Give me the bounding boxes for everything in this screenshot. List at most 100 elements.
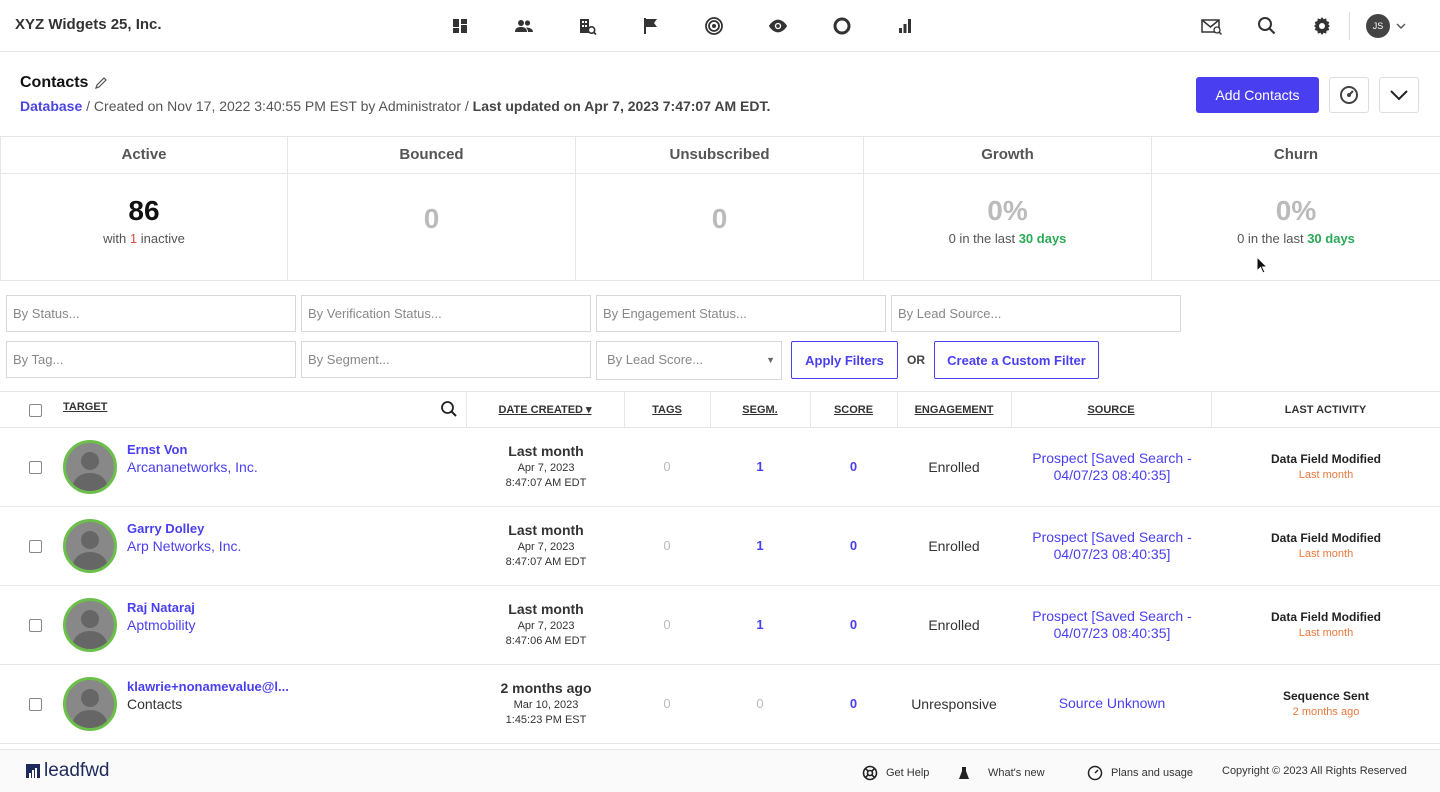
company-name: XYZ Widgets 25, Inc.	[15, 16, 162, 33]
column-segments[interactable]: SEGM.	[710, 392, 810, 428]
lead-score-placeholder: By Lead Score...	[607, 352, 704, 367]
avatar[interactable]	[63, 519, 117, 573]
lead-source-filter[interactable]: By Lead Source...	[891, 295, 1181, 332]
time-value: 8:47:07 AM EDT	[505, 477, 587, 489]
column-score[interactable]: SCORE	[810, 392, 897, 428]
row-checkbox[interactable]	[29, 698, 42, 711]
lead-score-select[interactable]: By Lead Score... ▼	[596, 341, 782, 380]
contact-name[interactable]: Ernst Von	[127, 442, 187, 457]
engagement-status: Unresponsive	[911, 696, 997, 712]
stat-growth[interactable]: Growth 0% 0 in the last 30 days	[864, 137, 1152, 280]
reports-icon[interactable]	[891, 12, 919, 40]
footer: leadfwd Get Help What's new Plans and us…	[0, 749, 1440, 792]
row-checkbox[interactable]	[29, 619, 42, 632]
search-icon[interactable]	[440, 400, 458, 418]
activity-type: Data Field Modified	[1270, 452, 1381, 466]
last-activity-cell: Data Field Modified Last month	[1212, 428, 1440, 481]
create-custom-filter-button[interactable]: Create a Custom Filter	[934, 341, 1099, 379]
companies-icon[interactable]	[573, 12, 601, 40]
engagement-status-filter[interactable]: By Engagement Status...	[596, 295, 886, 332]
verification-status-filter[interactable]: By Verification Status...	[301, 295, 591, 332]
source-link[interactable]: Prospect [Saved Search -04/07/23 08:40:3…	[1012, 450, 1212, 484]
stat-label: Churn	[1152, 137, 1440, 174]
activity-when: Last month	[1298, 548, 1354, 560]
contact-name[interactable]: Garry Dolley	[127, 521, 204, 536]
stat-unsubscribed[interactable]: Unsubscribed 0	[576, 137, 864, 280]
visitors-eye-icon[interactable]	[764, 12, 792, 40]
plans-and-usage-link[interactable]: Plans and usage	[1087, 765, 1193, 781]
contact-name[interactable]: Raj Nataraj	[127, 600, 195, 615]
sync-button[interactable]	[1329, 77, 1369, 113]
gauge-icon	[1087, 765, 1103, 781]
time-value: 8:47:07 AM EDT	[505, 556, 587, 568]
search-icon[interactable]	[1253, 12, 1281, 40]
stat-subtext: 0 in the last 30 days	[1237, 231, 1355, 246]
more-options-button[interactable]	[1379, 77, 1419, 113]
date-created-cell: Last month Apr 7, 2023 8:47:06 AM EDT	[466, 586, 626, 647]
score-value[interactable]: 0	[810, 428, 897, 506]
column-source[interactable]: SOURCE	[1011, 392, 1211, 428]
stat-value: 0	[423, 203, 440, 234]
engagement-status: Enrolled	[928, 459, 980, 475]
last-activity-cell: Data Field Modified Last month	[1212, 586, 1440, 639]
user-avatar[interactable]: JS	[1366, 14, 1390, 38]
row-checkbox[interactable]	[29, 461, 42, 474]
score-value[interactable]: 0	[810, 665, 897, 743]
stat-value: 0%	[1275, 195, 1317, 226]
whats-new-link[interactable]: What's new	[956, 765, 1045, 781]
stats-panel: Active 86 with 1 inactive Bounced 0 Unsu…	[0, 136, 1440, 281]
target-icon[interactable]	[700, 12, 728, 40]
gear-icon[interactable]	[1308, 12, 1336, 40]
contact-company[interactable]: Arcananetworks, Inc.	[127, 459, 258, 475]
contact-company[interactable]: Arp Networks, Inc.	[127, 538, 241, 554]
segments-count[interactable]: 1	[710, 507, 810, 585]
column-engagement[interactable]: ENGAGEMENT	[897, 392, 1011, 428]
stat-churn[interactable]: Churn 0% 0 in the last 30 days	[1152, 137, 1440, 280]
logo-text: leadfwd	[44, 760, 110, 781]
add-contacts-button[interactable]: Add Contacts	[1196, 77, 1319, 113]
logo-mark-icon	[26, 764, 40, 778]
leadfwd-logo[interactable]: leadfwd	[26, 760, 110, 782]
dashboard-icon[interactable]	[446, 12, 474, 40]
source-link[interactable]: Prospect [Saved Search -04/07/23 08:40:3…	[1012, 529, 1212, 563]
campaigns-flag-icon[interactable]	[637, 12, 665, 40]
segments-count[interactable]: 1	[710, 586, 810, 664]
select-all-checkbox[interactable]	[29, 404, 42, 417]
avatar[interactable]	[63, 440, 117, 494]
flask-icon	[959, 767, 969, 779]
column-target[interactable]: TARGET	[63, 389, 107, 425]
avatar[interactable]	[63, 598, 117, 652]
table-row[interactable]: Raj Nataraj Aptmobility Last month Apr 7…	[0, 586, 1440, 665]
database-link[interactable]: Database	[20, 98, 82, 114]
get-help-link[interactable]: Get Help	[862, 765, 929, 781]
contacts-icon[interactable]	[510, 12, 538, 40]
score-value[interactable]: 0	[810, 586, 897, 664]
tag-filter[interactable]: By Tag...	[6, 341, 296, 378]
stat-label: Growth	[864, 137, 1151, 174]
stat-bounced[interactable]: Bounced 0	[288, 137, 576, 280]
apply-filters-button[interactable]: Apply Filters	[791, 341, 898, 379]
circle-icon[interactable]	[828, 12, 856, 40]
column-last-activity: LAST ACTIVITY	[1284, 404, 1367, 416]
table-row[interactable]: Ernst Von Arcananetworks, Inc. Last mont…	[0, 428, 1440, 507]
stat-active[interactable]: Active 86 with 1 inactive	[0, 137, 288, 280]
contact-company[interactable]: Aptmobility	[127, 617, 195, 633]
column-date-created[interactable]: DATE CREATED ▾	[466, 392, 624, 428]
contact-name[interactable]: klawrie+nonamevalue@l...	[127, 679, 289, 694]
source-link[interactable]: Source Unknown	[1012, 695, 1212, 712]
avatar[interactable]	[63, 677, 117, 731]
segments-count[interactable]: 1	[710, 428, 810, 506]
date-relative: Last month	[508, 522, 584, 538]
tags-count: 0	[663, 459, 671, 474]
row-checkbox[interactable]	[29, 540, 42, 553]
edit-pencil-icon[interactable]	[94, 76, 108, 90]
score-value[interactable]: 0	[810, 507, 897, 585]
status-filter[interactable]: By Status...	[6, 295, 296, 332]
column-tags[interactable]: TAGS	[624, 392, 710, 428]
chevron-down-icon[interactable]	[1396, 21, 1406, 31]
table-row[interactable]: Garry Dolley Arp Networks, Inc. Last mon…	[0, 507, 1440, 586]
segment-filter[interactable]: By Segment...	[301, 341, 591, 378]
mail-search-icon[interactable]	[1198, 12, 1226, 40]
source-link[interactable]: Prospect [Saved Search -04/07/23 08:40:3…	[1012, 608, 1212, 642]
table-row[interactable]: klawrie+nonamevalue@l... Contacts 2 mont…	[0, 665, 1440, 744]
